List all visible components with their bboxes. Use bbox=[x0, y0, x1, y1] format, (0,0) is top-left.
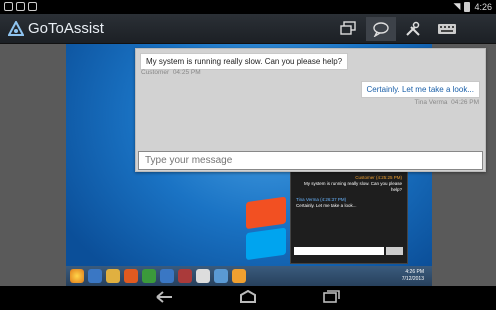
logo-notification-icon bbox=[16, 2, 25, 11]
screen-view-button[interactable] bbox=[333, 17, 363, 41]
agent-message-meta: Tina Verma 04:26 PM bbox=[415, 99, 479, 106]
message-sender: Tina Verma bbox=[414, 99, 448, 106]
app-icon bbox=[196, 269, 210, 283]
battery-icon bbox=[464, 1, 471, 12]
media-player-icon bbox=[124, 269, 138, 283]
remote-chat-input bbox=[294, 247, 384, 255]
app-icon bbox=[214, 269, 228, 283]
app-icon bbox=[160, 269, 174, 283]
app-logo: GoToAssist bbox=[8, 20, 104, 37]
message-time: 04:26 PM bbox=[451, 99, 479, 106]
wifi-icon: ◥ bbox=[453, 1, 461, 11]
status-bar: ◥ 4:26 bbox=[0, 0, 496, 14]
chrome-icon bbox=[142, 269, 156, 283]
gotoassist-logo-icon bbox=[8, 20, 24, 36]
app-icon bbox=[178, 269, 192, 283]
home-icon[interactable] bbox=[238, 289, 258, 307]
gotoassist-taskbar-icon bbox=[232, 269, 246, 283]
tools-icon bbox=[406, 21, 420, 36]
chat-panel: My system is running really slow. Can yo… bbox=[135, 48, 486, 172]
chat-icon bbox=[373, 22, 389, 37]
remote-chat-send-button bbox=[386, 247, 403, 255]
remote-clock: 4:26 PM 7/12/2013 bbox=[401, 269, 424, 282]
remote-chat-window: Customer (4:25:25 PM) My system is runni… bbox=[290, 170, 408, 264]
folder-icon bbox=[106, 269, 120, 283]
start-button-icon bbox=[70, 269, 84, 283]
chat-button[interactable] bbox=[366, 17, 396, 41]
customer-message-meta: Customer 04:25 PM bbox=[141, 69, 201, 76]
notification-icon bbox=[28, 2, 37, 11]
screen-view-icon bbox=[340, 21, 356, 35]
remote-chat-message: My system is running really slow. Can yo… bbox=[303, 181, 402, 192]
keyboard-button[interactable] bbox=[432, 17, 462, 41]
keyboard-icon bbox=[438, 24, 456, 34]
customer-message-bubble: My system is running really slow. Can yo… bbox=[140, 53, 349, 70]
internet-explorer-icon bbox=[88, 269, 102, 283]
navigation-bar bbox=[0, 286, 496, 310]
remote-taskbar: 4:26 PM 7/12/2013 bbox=[66, 266, 432, 286]
notification-icon bbox=[4, 2, 13, 11]
chat-message-input[interactable] bbox=[138, 151, 483, 170]
app-bar: GoToAssist bbox=[0, 14, 496, 44]
app-title: GoToAssist bbox=[28, 20, 104, 37]
agent-message-bubble: Certainly. Let me take a look... bbox=[360, 81, 480, 98]
tools-button[interactable] bbox=[398, 17, 428, 41]
recent-apps-icon[interactable] bbox=[322, 290, 342, 307]
back-icon[interactable] bbox=[155, 290, 175, 307]
remote-chat-message: Certainly. Let me take a look... bbox=[296, 203, 357, 208]
message-time: 04:25 PM bbox=[172, 69, 201, 76]
message-sender: Customer bbox=[141, 69, 170, 76]
status-time: 4:26 bbox=[474, 1, 492, 12]
